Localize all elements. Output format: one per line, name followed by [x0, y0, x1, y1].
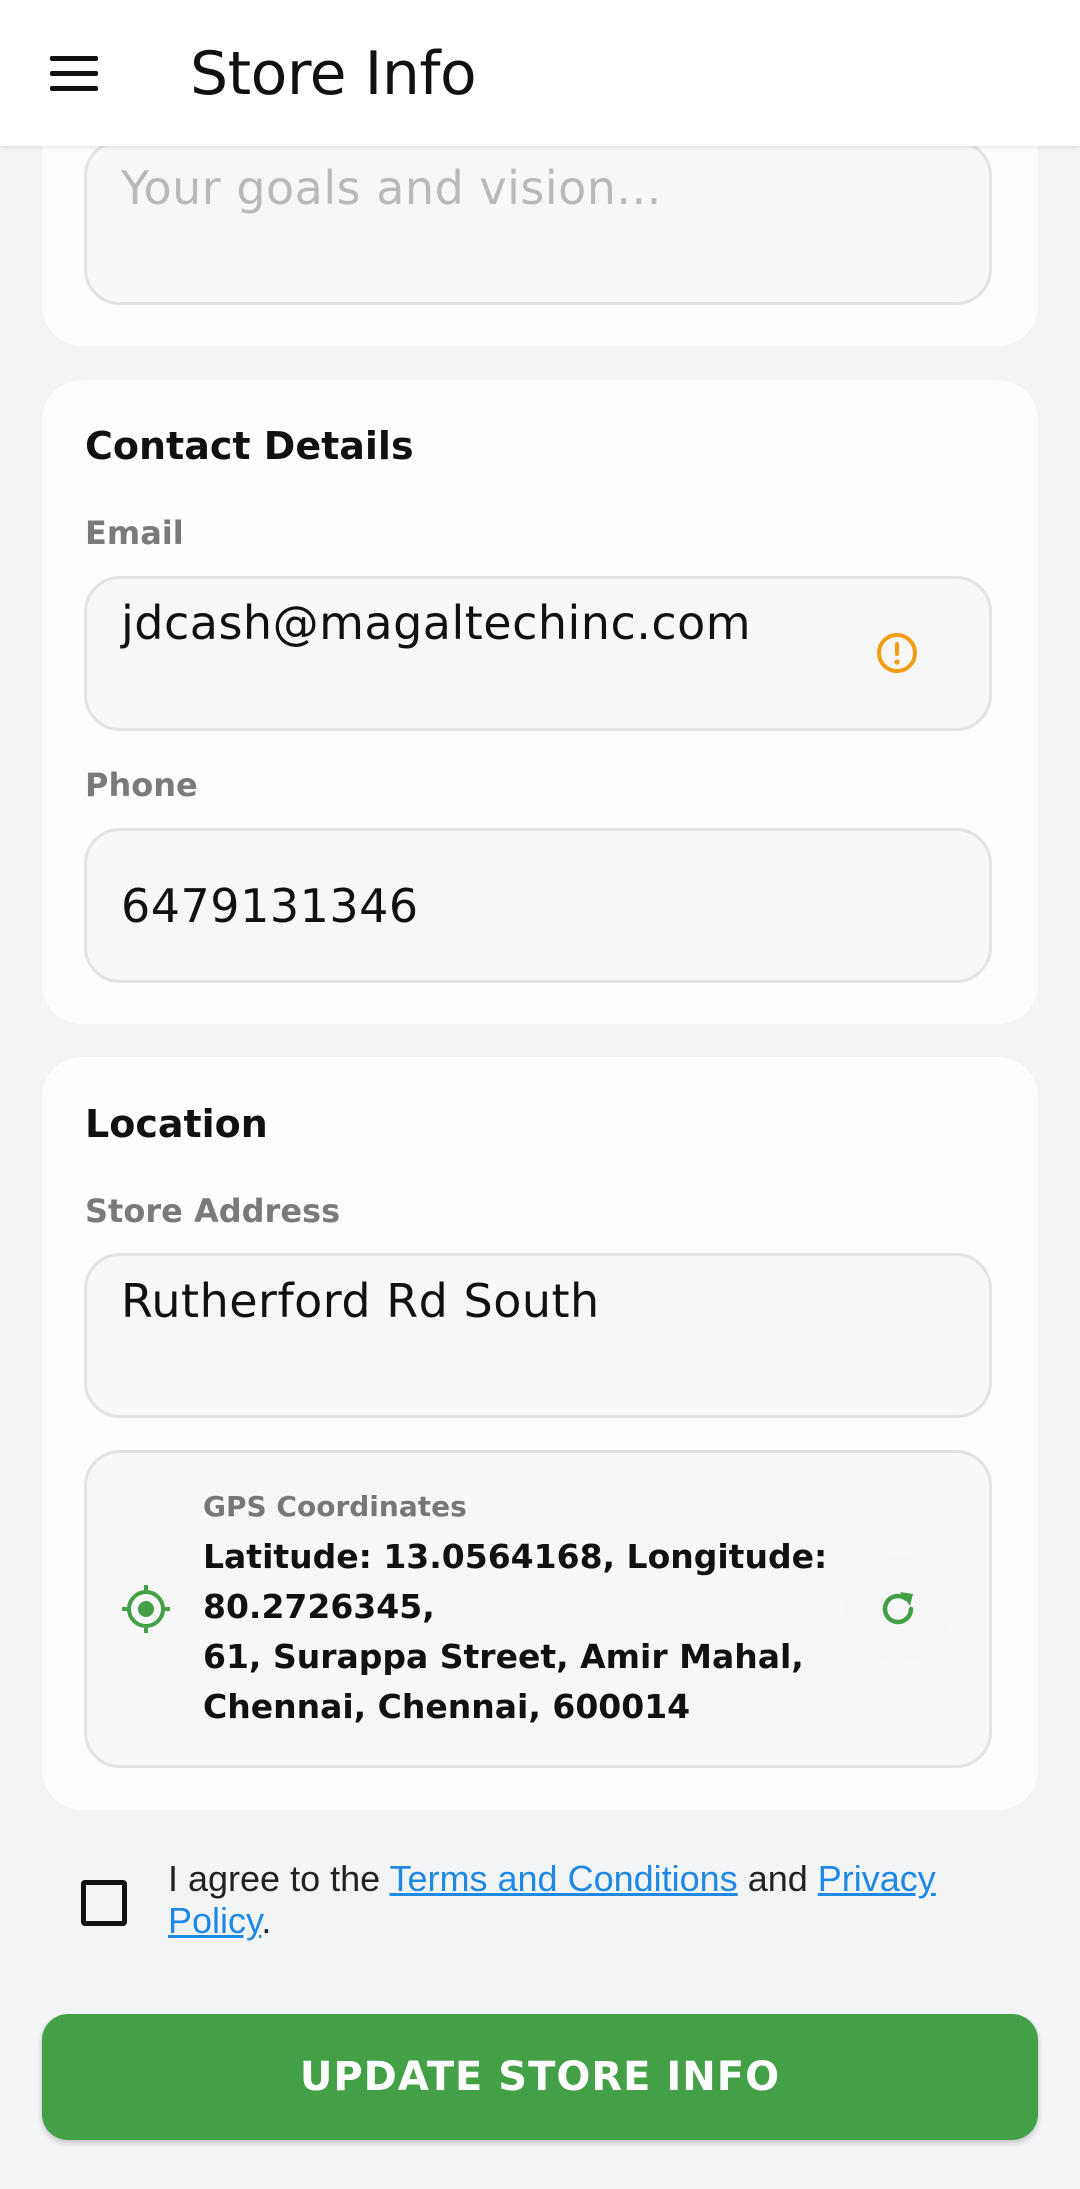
gps-address-line-2: Chennai, Chennai, 600014: [203, 1687, 691, 1726]
gps-address-line-1: 61, Surappa Street, Amir Mahal,: [203, 1637, 804, 1676]
refresh-gps-button[interactable]: [845, 1556, 951, 1662]
gps-coordinates-line-2: 80.2726345,: [203, 1587, 435, 1626]
gps-target-icon[interactable]: [121, 1584, 171, 1634]
store-address-field[interactable]: Rutherford Rd South: [84, 1253, 992, 1418]
email-value: jdcash@magaltechinc.com: [121, 596, 752, 650]
update-store-info-button[interactable]: UPDATE STORE INFO: [42, 2014, 1038, 2140]
phone-field[interactable]: 6479131346: [84, 828, 992, 983]
agreement-prefix: I agree to the: [168, 1858, 390, 1899]
hamburger-menu-icon[interactable]: [44, 48, 104, 100]
warning-icon: [877, 633, 917, 673]
store-address-label: Store Address: [85, 1192, 341, 1230]
refresh-icon: [882, 1592, 914, 1625]
terms-link[interactable]: Terms and Conditions: [390, 1858, 738, 1899]
agree-checkbox[interactable]: [81, 1880, 127, 1926]
app-bar: Store Info: [0, 0, 1080, 146]
store-address-value: Rutherford Rd South: [121, 1274, 600, 1328]
agreement-text: I agree to the Terms and Conditions and …: [168, 1858, 988, 1942]
phone-value: 6479131346: [121, 879, 419, 933]
page-title: Store Info: [190, 39, 477, 109]
goals-placeholder: Your goals and vision...: [121, 161, 662, 215]
agreement-suffix: .: [261, 1900, 272, 1941]
location-section-title: Location: [85, 1102, 268, 1146]
agreement-middle: and: [737, 1858, 818, 1899]
gps-coordinates-line-1: Latitude: 13.0564168, Longitude:: [203, 1537, 828, 1576]
email-field[interactable]: jdcash@magaltechinc.com: [84, 576, 992, 731]
gps-coordinates-label: GPS Coordinates: [203, 1490, 467, 1523]
phone-label: Phone: [85, 766, 198, 804]
email-label: Email: [85, 514, 184, 552]
goals-input[interactable]: Your goals and vision...: [84, 140, 992, 305]
contact-section-title: Contact Details: [85, 424, 414, 468]
